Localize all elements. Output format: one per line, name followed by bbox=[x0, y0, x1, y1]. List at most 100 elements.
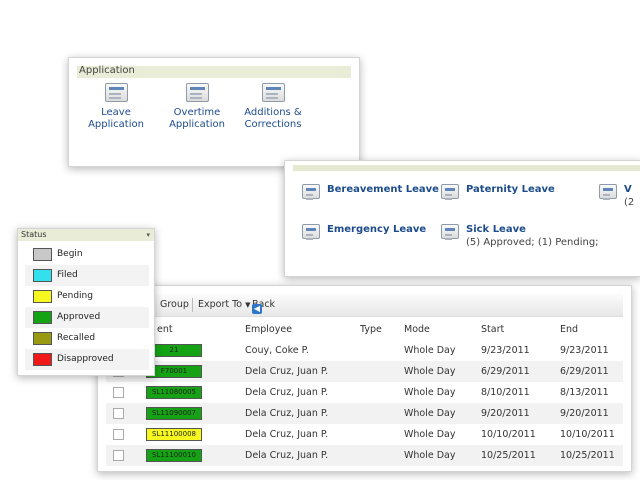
vacation-leave-link[interactable]: V bbox=[624, 184, 632, 195]
emergency-leave-link[interactable]: Emergency Leave bbox=[327, 224, 426, 235]
legend-row-disapproved: Disapproved bbox=[25, 349, 149, 370]
vacation-leave-item[interactable]: V (2 bbox=[599, 184, 640, 214]
leave-types-header-bar bbox=[293, 165, 640, 171]
back-arrow-icon: ◀ bbox=[252, 304, 262, 314]
row-checkbox[interactable] bbox=[113, 387, 124, 398]
legend-row-filed: Filed bbox=[25, 265, 149, 286]
form-icon bbox=[102, 83, 130, 105]
document-number-badge[interactable]: SL11100010 bbox=[146, 449, 202, 462]
table-toolbar: Group Export To ▼ ◀ Back bbox=[106, 294, 623, 317]
legend-label: Filed bbox=[57, 270, 78, 280]
export-to-label: Export To bbox=[198, 299, 243, 310]
table-row[interactable]: 21 Couy, Coke P. Whole Day 9/23/2011 9/2… bbox=[106, 340, 623, 361]
mode-cell: Whole Day bbox=[404, 366, 456, 377]
column-header-employee[interactable]: Employee bbox=[245, 324, 292, 335]
legend-row-recalled: Recalled bbox=[25, 328, 149, 349]
legend-label: Recalled bbox=[57, 333, 96, 343]
row-checkbox[interactable] bbox=[113, 450, 124, 461]
legend-row-pending: Pending bbox=[25, 286, 149, 307]
document-number-badge[interactable]: SL11100008 bbox=[146, 428, 202, 441]
mode-cell: Whole Day bbox=[404, 345, 456, 356]
status-swatch bbox=[33, 311, 52, 324]
employee-cell: Dela Cruz, Juan P. bbox=[245, 429, 329, 440]
status-swatch bbox=[33, 353, 52, 366]
leave-application-label-line1: Leave bbox=[101, 107, 131, 118]
start-cell: 8/10/2011 bbox=[481, 387, 530, 398]
employee-cell: Couy, Coke P. bbox=[245, 345, 309, 356]
column-header-end[interactable]: End bbox=[560, 324, 578, 335]
form-icon bbox=[441, 224, 459, 239]
employee-cell: Dela Cruz, Juan P. bbox=[245, 450, 329, 461]
table-row[interactable]: SL11080005 Dela Cruz, Juan P. Whole Day … bbox=[106, 382, 623, 403]
table-row[interactable]: SL11090007 Dela Cruz, Juan P. Whole Day … bbox=[106, 403, 623, 424]
back-button[interactable]: ◀ Back bbox=[252, 299, 275, 314]
start-cell: 9/23/2011 bbox=[481, 345, 530, 356]
toolbar-divider bbox=[192, 298, 193, 312]
leave-application-button[interactable]: Leave Application bbox=[79, 80, 153, 131]
table-row[interactable]: F70001 Dela Cruz, Juan P. Whole Day 6/29… bbox=[106, 361, 623, 382]
status-legend-title: Status bbox=[21, 230, 47, 239]
legend-row-begin: Begin bbox=[25, 244, 149, 265]
form-icon bbox=[259, 83, 287, 105]
group-button[interactable]: Group bbox=[160, 299, 189, 310]
application-panel: Application Leave Application Overtime A… bbox=[68, 57, 360, 167]
leave-list-panel: Group Export To ▼ ◀ Back ent Employee Typ… bbox=[97, 285, 632, 472]
column-header-mode[interactable]: Mode bbox=[404, 324, 430, 335]
legend-label: Pending bbox=[57, 291, 93, 301]
legend-row-approved: Approved bbox=[25, 307, 149, 328]
form-icon bbox=[302, 184, 320, 199]
employee-cell: Dela Cruz, Juan P. bbox=[245, 366, 329, 377]
mode-cell: Whole Day bbox=[404, 429, 456, 440]
end-cell: 10/25/2011 bbox=[560, 450, 615, 461]
status-legend-header[interactable]: Status ▾ bbox=[18, 229, 154, 241]
paternity-leave-link[interactable]: Paternity Leave bbox=[466, 184, 555, 195]
vacation-leave-detail: (2 bbox=[624, 197, 635, 208]
end-cell: 8/13/2011 bbox=[560, 387, 609, 398]
overtime-application-label-line1: Overtime bbox=[173, 107, 221, 118]
column-header-start[interactable]: Start bbox=[481, 324, 504, 335]
status-swatch bbox=[33, 332, 52, 345]
document-number-badge[interactable]: SL11080005 bbox=[146, 386, 202, 399]
form-icon bbox=[441, 184, 459, 199]
column-header-type[interactable]: Type bbox=[360, 324, 382, 335]
leave-application-label-line2: Application bbox=[88, 119, 144, 130]
status-swatch bbox=[33, 269, 52, 282]
form-icon bbox=[599, 184, 617, 199]
document-number-badge[interactable]: SL11090007 bbox=[146, 407, 202, 420]
table-row[interactable]: SL11100008 Dela Cruz, Juan P. Whole Day … bbox=[106, 424, 623, 445]
overtime-application-button[interactable]: Overtime Application bbox=[160, 80, 234, 131]
mode-cell: Whole Day bbox=[404, 387, 456, 398]
end-cell: 10/10/2011 bbox=[560, 429, 615, 440]
employee-cell: Dela Cruz, Juan P. bbox=[245, 408, 329, 419]
row-checkbox[interactable] bbox=[113, 429, 124, 440]
start-cell: 6/29/2011 bbox=[481, 366, 530, 377]
column-header-document[interactable]: ent bbox=[157, 324, 173, 335]
start-cell: 10/10/2011 bbox=[481, 429, 536, 440]
form-icon bbox=[183, 83, 211, 105]
legend-label: Begin bbox=[57, 249, 83, 259]
bereavement-leave-link[interactable]: Bereavement Leave bbox=[327, 184, 439, 195]
end-cell: 6/29/2011 bbox=[560, 366, 609, 377]
mode-cell: Whole Day bbox=[404, 408, 456, 419]
additions-corrections-label-line2: Corrections bbox=[244, 119, 302, 130]
additions-corrections-button[interactable]: Additions & Corrections bbox=[236, 80, 310, 131]
status-swatch bbox=[33, 290, 52, 303]
row-checkbox[interactable] bbox=[113, 408, 124, 419]
start-cell: 10/25/2011 bbox=[481, 450, 536, 461]
additions-corrections-label-line1: Additions & bbox=[244, 107, 302, 118]
form-icon bbox=[302, 224, 320, 239]
sick-leave-link[interactable]: Sick Leave bbox=[466, 224, 526, 235]
legend-label: Disapproved bbox=[57, 354, 114, 364]
chevron-down-icon: ▼ bbox=[245, 301, 251, 309]
chevron-down-icon: ▾ bbox=[146, 231, 150, 239]
status-swatch bbox=[33, 248, 52, 261]
table-row[interactable]: SL11100010 Dela Cruz, Juan P. Whole Day … bbox=[106, 445, 623, 466]
export-to-button[interactable]: Export To ▼ bbox=[198, 299, 251, 310]
overtime-application-label-line2: Application bbox=[169, 119, 225, 130]
leave-types-panel: Bereavement Leave Paternity Leave V (2 E… bbox=[284, 160, 640, 277]
application-header: Application bbox=[77, 66, 351, 78]
employee-cell: Dela Cruz, Juan P. bbox=[245, 387, 329, 398]
legend-label: Approved bbox=[57, 312, 101, 322]
status-legend-panel: Status ▾ Begin Filed Pending Approved Re… bbox=[17, 228, 155, 376]
sick-leave-detail: (5) Approved; (1) Pending; bbox=[466, 237, 599, 248]
